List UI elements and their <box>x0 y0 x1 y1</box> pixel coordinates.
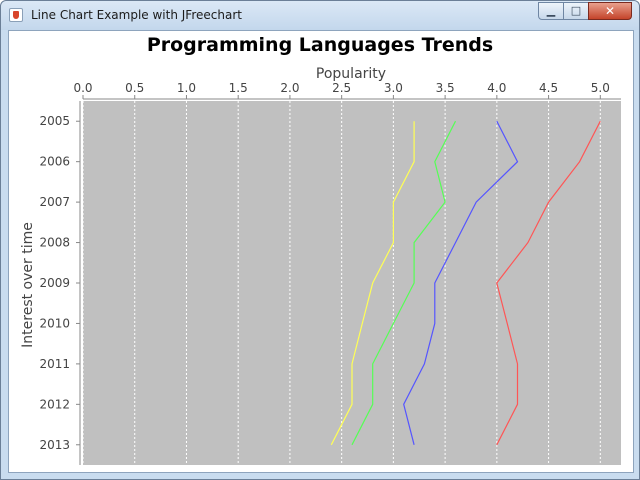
y-tick-label: 2013 <box>39 438 70 452</box>
x-tick-label: 0.5 <box>125 81 144 95</box>
y-tick-label: 2010 <box>39 316 70 330</box>
x-tick-label: 2.0 <box>280 81 299 95</box>
x-tick-label: 4.5 <box>539 81 558 95</box>
y-tick-label: 2006 <box>39 155 70 169</box>
y-axis-label: Interest over time <box>20 222 36 348</box>
x-tick-label: 1.0 <box>177 81 196 95</box>
x-tick-label: 3.0 <box>384 81 403 95</box>
y-tick-label: 2007 <box>39 195 70 209</box>
x-tick-label: 1.5 <box>229 81 248 95</box>
x-tick-label: 4.0 <box>487 81 506 95</box>
y-tick-label: 2012 <box>39 397 70 411</box>
chart-title: Programming Languages Trends <box>147 34 493 56</box>
x-tick-label: 5.0 <box>591 81 610 95</box>
x-tick-label: 3.5 <box>436 81 455 95</box>
x-tick-label: 0.0 <box>73 81 92 95</box>
x-axis-label: Popularity <box>316 66 386 82</box>
y-tick-label: 2011 <box>39 357 70 371</box>
line-chart: Programming Languages Trends Popularity … <box>20 34 621 465</box>
x-tick-label: 2.5 <box>332 81 351 95</box>
y-tick-label: 2008 <box>39 236 70 250</box>
y-tick-label: 2005 <box>39 114 70 128</box>
plot-background <box>83 101 621 465</box>
y-tick-label: 2009 <box>39 276 70 290</box>
